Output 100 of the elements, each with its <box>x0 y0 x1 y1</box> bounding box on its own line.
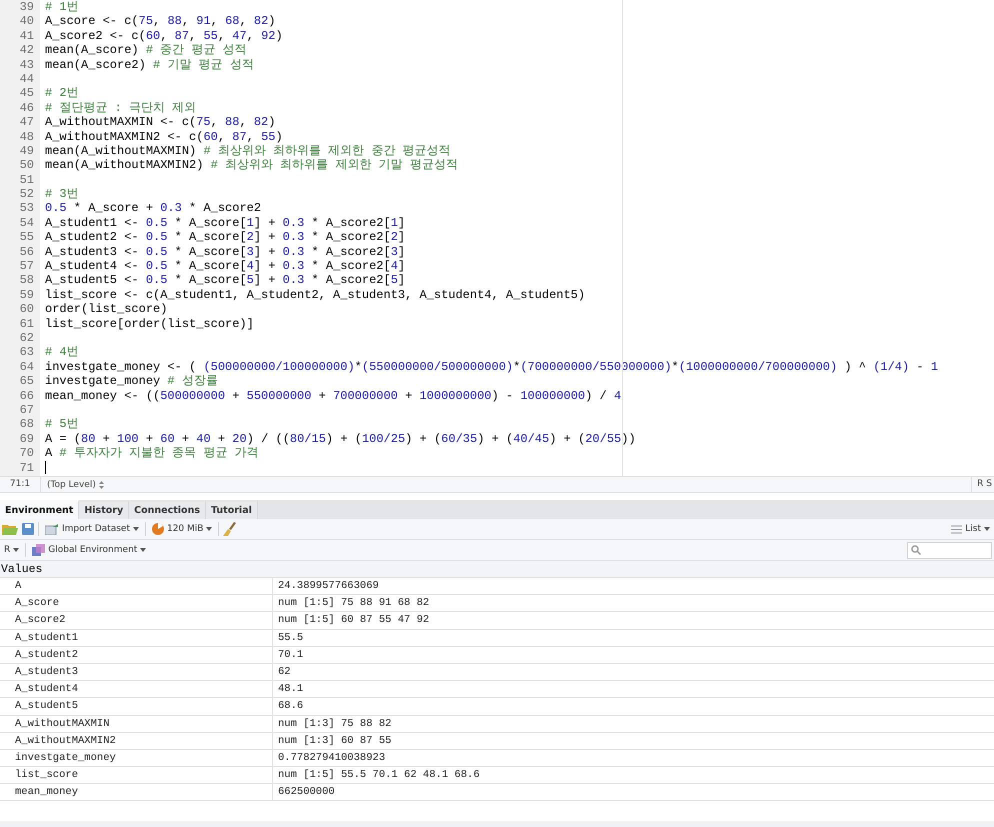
code-line: A # 투자자가 지불한 종목 평균 가격 <box>45 446 259 461</box>
code-line: # 3번 <box>45 187 79 202</box>
variable-value: num [1:3] 60 87 55 <box>277 734 392 749</box>
code-line: list_score[order(list_score)] <box>45 316 254 331</box>
code-line: mean_money <- ((500000000 + 550000000 + 700000000 + 1000000000) - 100000000) / 4 <box>45 388 622 403</box>
pane-tab[interactable]: History <box>79 500 130 519</box>
code-line: A_student1 <- 0.5 * A_score[1] + 0.3 * A_score2[1] <box>45 216 406 230</box>
line-number: 58 <box>18 273 34 288</box>
variable-value: 62 <box>277 665 291 680</box>
line-number: 42 <box>18 43 34 58</box>
line-number: 63 <box>18 345 34 360</box>
code-line: mean(A_withoutMAXMIN) # 최상위와 최하위를 제외한 중간 평균성적 <box>45 144 451 158</box>
line-number: 47 <box>18 115 34 130</box>
line-number: 59 <box>18 288 34 302</box>
line-number: 50 <box>18 158 34 173</box>
code-line: A = (80 + 100 + 60 + 40 + 20) / ((80/15) + (100/25) + (60/35) + (40/45) + (20/55)) <box>45 432 636 446</box>
line-number: 57 <box>18 259 34 274</box>
line-number: 40 <box>18 14 34 29</box>
line-number: 54 <box>18 216 34 230</box>
line-number: 65 <box>18 374 34 389</box>
code-line: list_score <- c(A_student1, A_student2, A_student3, A_student4, A_student5) <box>45 288 586 302</box>
code-line: # 2번 <box>45 86 79 101</box>
variable-name: A_withoutMAXMIN2 <box>0 732 273 749</box>
code-line: 0.5 * A_score + 0.3 * A_score2 <box>45 201 262 216</box>
line-number: 41 <box>18 28 34 44</box>
pane-tab[interactable]: Environment <box>0 500 80 519</box>
variable-name: A_student1 <box>0 630 273 646</box>
section-header: Values <box>0 561 994 578</box>
line-number: 53 <box>18 201 34 216</box>
variable-value: num [1:5] 55.5 70.1 62 48.1 68.6 <box>277 768 480 784</box>
line-number: 64 <box>18 360 34 374</box>
code-line: mean(A_score2) # 기말 평균 성적 <box>45 58 254 72</box>
scope-label[interactable]: (Top Level) <box>47 480 96 490</box>
variable-name: A_withoutMAXMIN <box>0 716 273 732</box>
code-line: A_student2 <- 0.5 * A_score[2] + 0.3 * A_score2[2] <box>45 230 406 245</box>
code-line: # 절단평균 : 극단치 제외 <box>45 100 196 116</box>
code-line: A_withoutMAXMIN <- c(75, 88, 82) <box>45 115 276 130</box>
line-number: 60 <box>18 302 34 317</box>
list-icon <box>951 524 962 534</box>
variable-name: mean_money <box>0 784 273 800</box>
table-icon <box>45 524 59 534</box>
code-line: investgate_money <- ( (500000000/100000000)*(550000000/500000000)*(700000000/550000000)*(1000000000/700000000) ) ^ (1/4) - 1 <box>45 360 938 374</box>
line-number: 45 <box>18 86 34 101</box>
line-number: 39 <box>18 0 34 14</box>
folder-icon[interactable] <box>2 523 18 535</box>
caret-icon <box>206 527 212 531</box>
caret-icon <box>984 527 990 531</box>
file-type-label[interactable]: R S <box>971 477 994 492</box>
caret-icon <box>132 527 139 531</box>
search-icon <box>911 545 921 555</box>
language-dropdown[interactable]: R <box>2 545 22 555</box>
code-line: A_score2 <- c(60, 87, 55, 47, 92) <box>45 28 283 44</box>
code-line: order(list_score) <box>45 302 168 317</box>
pane-tab[interactable]: Tutorial <box>206 500 258 519</box>
variable-name: A_student4 <box>0 681 273 698</box>
variable-name: A_score2 <box>0 612 273 629</box>
variable-value: 70.1 <box>277 648 304 663</box>
line-number: 66 <box>18 388 34 403</box>
line-number: 69 <box>18 432 34 446</box>
variable-value: 55.5 <box>277 630 304 646</box>
line-number: 62 <box>18 330 34 346</box>
code-line: A_student5 <- 0.5 * A_score[5] + 0.3 * A_score2[5] <box>45 273 406 288</box>
line-number: 68 <box>18 417 34 432</box>
memory-button[interactable]: 120 MiB <box>150 523 214 535</box>
code-line: investgate_money # 성장률 <box>45 374 218 389</box>
variable-value: 68.6 <box>277 699 304 714</box>
line-number: 67 <box>18 402 34 418</box>
import-dataset-button[interactable]: Import Dataset <box>43 524 141 534</box>
broom-icon[interactable] <box>223 522 236 536</box>
variable-value: num [1:5] 75 88 91 68 82 <box>277 596 430 612</box>
cube-icon <box>32 544 46 556</box>
line-number: 71 <box>18 460 34 475</box>
variable-value: num [1:3] 75 88 82 <box>277 716 392 732</box>
save-icon[interactable] <box>22 523 34 535</box>
code-line: A_student4 <- 0.5 * A_score[4] + 0.3 * A_score2[4] <box>45 259 406 274</box>
variable-name: A_student5 <box>0 698 273 714</box>
line-number: 61 <box>18 316 34 331</box>
updown-icon <box>98 480 104 488</box>
line-number: 55 <box>18 230 34 245</box>
cursor-position: 71:1 <box>0 477 41 492</box>
view-mode-button[interactable]: List <box>949 524 992 534</box>
variable-name: A <box>0 578 273 594</box>
variable-name: A_student2 <box>0 646 273 663</box>
code-line: # 5번 <box>45 417 79 432</box>
variable-value: 48.1 <box>277 682 304 698</box>
pane-tab[interactable]: Connections <box>129 500 206 519</box>
line-number: 70 <box>18 446 34 460</box>
line-number: 56 <box>18 244 34 260</box>
code-line: # 4번 <box>45 345 79 360</box>
environment-dropdown[interactable]: Global Environment <box>30 544 148 556</box>
line-number: 48 <box>18 130 34 144</box>
line-number: 46 <box>18 100 34 116</box>
line-number: 44 <box>18 72 34 86</box>
code-line: mean(A_score) # 중간 평균 성적 <box>45 43 247 58</box>
search-field[interactable] <box>907 542 992 558</box>
variable-name: A_score <box>0 595 273 612</box>
line-number: 52 <box>18 187 34 202</box>
pie-icon <box>152 523 164 535</box>
caret-icon <box>140 548 146 552</box>
variable-name: list_score <box>0 767 273 784</box>
